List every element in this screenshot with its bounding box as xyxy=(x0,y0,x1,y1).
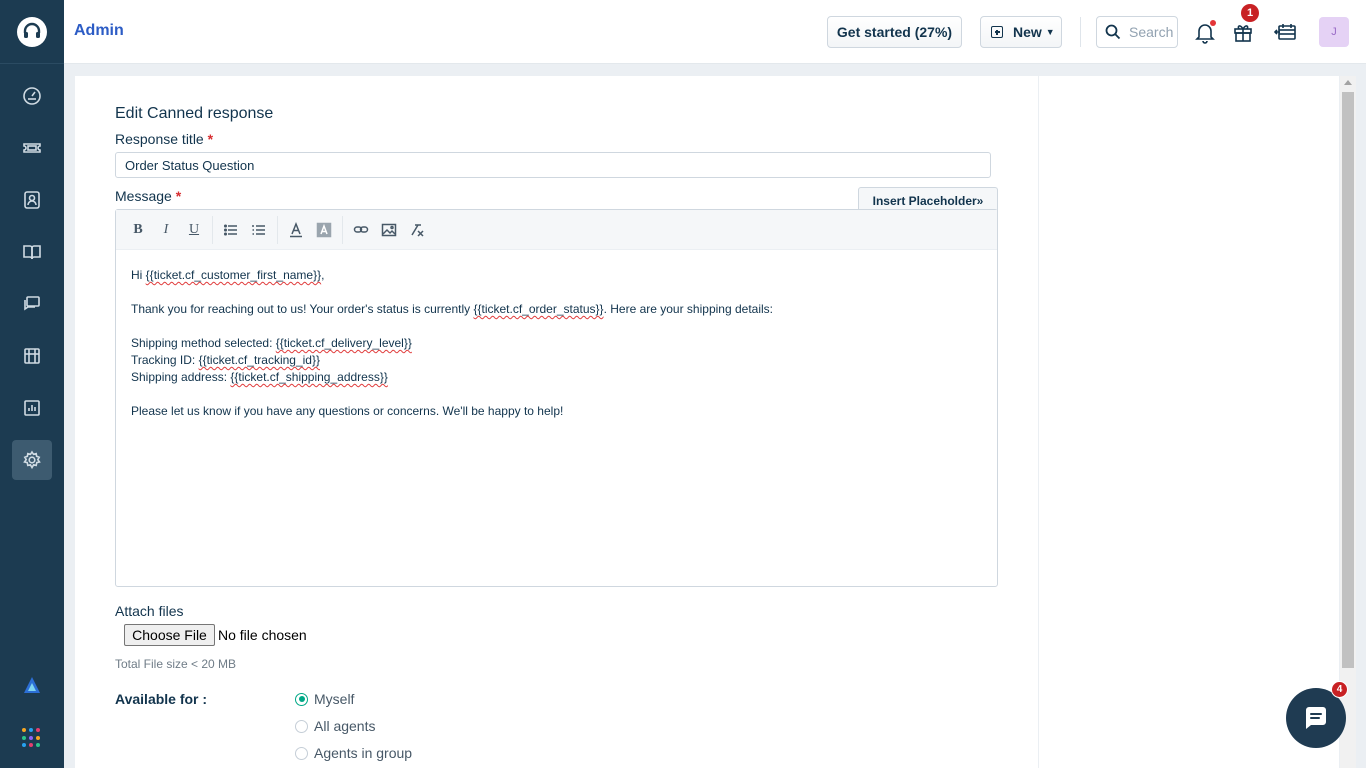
clear-format-icon xyxy=(411,223,424,237)
sidebar-item-admin[interactable] xyxy=(12,440,52,480)
search-icon xyxy=(1105,24,1121,40)
sidebar-item-solutions[interactable] xyxy=(12,232,52,272)
reports-icon xyxy=(24,400,40,416)
toolbar-divider xyxy=(342,215,343,244)
response-title-input[interactable] xyxy=(115,152,991,178)
toolbar-divider xyxy=(212,215,213,244)
message-line: Hi {{ticket.cf_customer_first_name}}, xyxy=(131,268,325,282)
sidebar-item-dashboard[interactable] xyxy=(12,76,52,116)
get-started-button[interactable]: Get started (27%) xyxy=(827,16,962,48)
background-color-button[interactable] xyxy=(310,217,338,243)
contacts-icon xyxy=(24,191,40,209)
search-input[interactable]: Search xyxy=(1096,16,1178,48)
page-title: Admin xyxy=(74,22,124,39)
vertical-scrollbar[interactable] xyxy=(1340,76,1356,768)
required-asterisk: * xyxy=(207,131,214,147)
required-asterisk: * xyxy=(175,188,182,204)
insert-link-button[interactable] xyxy=(347,217,375,243)
placeholder-token: {{ticket.cf_order_status}} xyxy=(473,302,604,316)
headset-icon xyxy=(23,22,41,38)
dashboard-icon xyxy=(23,87,41,105)
top-header: Admin Get started (27%) New ▼ Search 1 J xyxy=(64,0,1366,64)
gear-icon xyxy=(23,450,41,470)
sidebar-item-tickets[interactable] xyxy=(12,128,52,168)
numbered-list-button[interactable] xyxy=(245,217,273,243)
sidebar-item-contacts[interactable] xyxy=(12,180,52,220)
placeholder-token: {{ticket.cf_shipping_address}} xyxy=(230,370,388,384)
forums-icon xyxy=(24,296,40,311)
message-line: Tracking ID: {{ticket.cf_tracking_id}} xyxy=(131,353,320,367)
chat-bubble-icon xyxy=(1306,707,1326,729)
clear-formatting-button[interactable] xyxy=(403,217,431,243)
placeholder-token: {{ticket.cf_customer_first_name}} xyxy=(145,268,322,282)
underline-button[interactable]: U xyxy=(180,217,208,243)
sidebar-item-reports[interactable] xyxy=(12,388,52,428)
notification-dot xyxy=(1210,20,1216,26)
gift-button[interactable] xyxy=(1229,18,1257,46)
scroll-up-arrow-icon[interactable] xyxy=(1344,80,1352,85)
avatar[interactable]: J xyxy=(1319,17,1349,47)
main-content: Edit Canned response Response title * Me… xyxy=(75,76,1038,768)
switch-product-icon xyxy=(1274,24,1296,40)
italic-button[interactable]: I xyxy=(152,217,180,243)
right-panel xyxy=(1039,76,1339,768)
scrollbar-thumb[interactable] xyxy=(1342,92,1354,668)
radio-agents-in-group[interactable]: Agents in group xyxy=(295,745,412,761)
new-button[interactable]: New ▼ xyxy=(980,16,1062,48)
file-size-hint: Total File size < 20 MB xyxy=(115,657,237,671)
radio-selected-icon xyxy=(295,692,308,706)
apps-grid-icon[interactable] xyxy=(22,728,42,748)
placeholder-token: {{ticket.cf_delivery_level}} xyxy=(275,336,412,350)
toolbar-divider xyxy=(277,215,278,244)
new-button-label: New xyxy=(1013,24,1042,40)
message-line: Please let us know if you have any quest… xyxy=(131,404,564,418)
gift-badge: 1 xyxy=(1241,4,1259,22)
font-color-button[interactable] xyxy=(282,217,310,243)
message-editor[interactable]: B I U Hi {{ticket.cf_customer_first_name… xyxy=(115,209,998,587)
editor-toolbar: B I U xyxy=(116,210,997,250)
background-color-icon xyxy=(316,222,332,237)
gift-icon xyxy=(1234,25,1252,42)
bulleted-list-icon xyxy=(223,223,237,236)
editor-content[interactable]: Hi {{ticket.cf_customer_first_name}}, Th… xyxy=(116,250,997,437)
response-title-label: Response title * xyxy=(115,131,214,147)
radio-unselected-icon xyxy=(295,746,308,760)
bulleted-list-button[interactable] xyxy=(217,217,245,243)
social-icon xyxy=(24,348,40,364)
available-for-label: Available for : xyxy=(115,691,208,707)
tickets-icon xyxy=(23,143,41,153)
app-logo-icon[interactable] xyxy=(22,675,42,695)
message-line: Shipping address: {{ticket.cf_shipping_a… xyxy=(131,370,388,384)
sidebar-item-social[interactable] xyxy=(12,336,52,376)
search-placeholder: Search xyxy=(1129,24,1174,40)
insert-image-button[interactable] xyxy=(375,217,403,243)
chevron-down-icon: ▼ xyxy=(1045,27,1055,37)
chat-unread-badge: 4 xyxy=(1331,681,1348,698)
attach-files-label: Attach files xyxy=(115,603,184,619)
radio-all-agents[interactable]: All agents xyxy=(295,718,375,734)
message-line: Thank you for reaching out to us! Your o… xyxy=(131,302,773,316)
radio-unselected-icon xyxy=(295,719,308,733)
sidebar-item-forums[interactable] xyxy=(12,284,52,324)
font-color-icon xyxy=(290,221,302,237)
placeholder-token: {{ticket.cf_tracking_id}} xyxy=(198,353,320,367)
message-label: Message * xyxy=(115,188,182,204)
numbered-list-icon xyxy=(252,224,265,235)
freshdesk-logo-icon[interactable] xyxy=(17,17,47,47)
plus-square-icon xyxy=(991,26,1003,38)
file-status-text: No file chosen xyxy=(218,627,307,643)
sidebar-divider xyxy=(0,63,64,64)
sidebar xyxy=(0,0,64,768)
bold-button[interactable]: B xyxy=(124,217,152,243)
link-icon xyxy=(353,225,369,233)
message-line: Shipping method selected: {{ticket.cf_de… xyxy=(131,336,412,350)
image-icon xyxy=(381,223,397,236)
choose-file-button[interactable]: Choose File xyxy=(124,624,215,646)
notifications-button[interactable] xyxy=(1191,18,1219,46)
solutions-icon xyxy=(23,245,41,260)
radio-myself[interactable]: Myself xyxy=(295,691,354,707)
product-switcher-button[interactable] xyxy=(1272,18,1300,46)
form-heading: Edit Canned response xyxy=(115,105,274,122)
header-divider xyxy=(1080,17,1081,47)
